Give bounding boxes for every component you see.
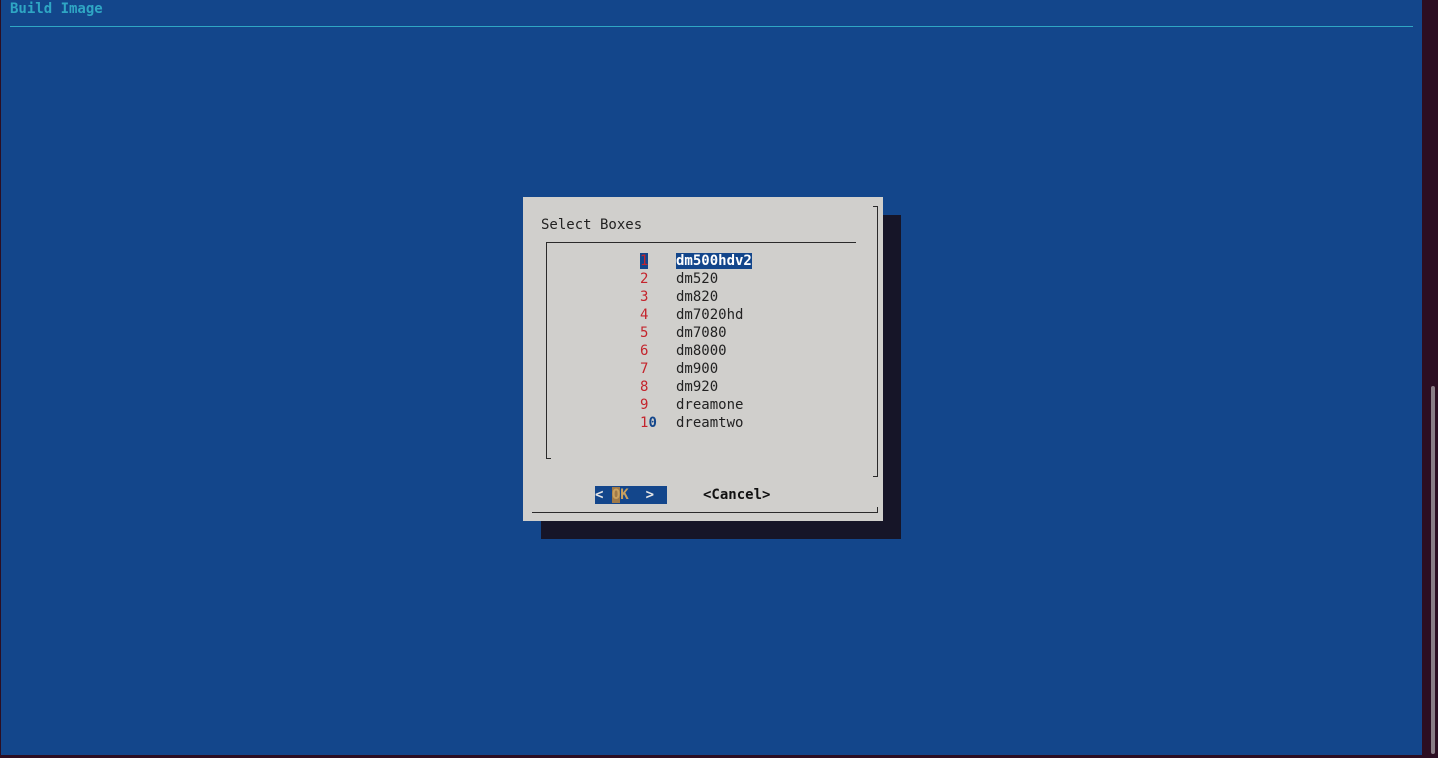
menu-item-tag: 2 bbox=[640, 270, 676, 288]
menu-item-tag-rest: 0 bbox=[648, 415, 657, 431]
menu-item-dm520[interactable]: 2 dm520 bbox=[640, 270, 752, 288]
menu-item-tag: 7 bbox=[640, 360, 676, 378]
ok-button-right: > bbox=[628, 487, 655, 503]
menu-item-label: dreamone bbox=[676, 397, 744, 413]
menu-item-tag-hotkey: 2 bbox=[640, 271, 649, 287]
menu-border-corner bbox=[546, 458, 551, 459]
menu-item-dm500hdv2[interactable]: 1 dm500hdv2 bbox=[640, 252, 752, 270]
menu-item-tag: 10 bbox=[640, 414, 676, 432]
menu-item-tag-hotkey: 9 bbox=[640, 397, 649, 413]
back-title: Build Image bbox=[10, 1, 103, 17]
dialog-title: Select Boxes bbox=[541, 217, 643, 233]
menu-item-dm920[interactable]: 8 dm920 bbox=[640, 378, 752, 396]
menu-item-tag: 3 bbox=[640, 288, 676, 306]
menu-item-dm7020hd[interactable]: 4 dm7020hd bbox=[640, 306, 752, 324]
menu-item-tag-hotkey: 4 bbox=[640, 307, 649, 323]
menu-item-tag-hotkey: 3 bbox=[640, 289, 649, 305]
ok-button-left: < bbox=[595, 487, 612, 503]
menu-item-label: dm500hdv2 bbox=[676, 253, 752, 269]
menu-item-tag-hotkey: 5 bbox=[640, 325, 649, 341]
menu-item-label: dm8000 bbox=[676, 343, 727, 359]
dialog-border-corner bbox=[873, 206, 878, 207]
dialog-border-right bbox=[877, 206, 878, 477]
menu-item-tag-hotkey: 6 bbox=[640, 343, 649, 359]
menu-item-dreamone[interactable]: 9 dreamone bbox=[640, 396, 752, 414]
dialog-border-corner bbox=[877, 507, 878, 513]
menu-item-label: dm900 bbox=[676, 361, 719, 377]
menu-border-left bbox=[546, 242, 547, 459]
menu-item-label: dm7020hd bbox=[676, 307, 744, 323]
menu-item-tag: 8 bbox=[640, 378, 676, 396]
back-title-rule bbox=[10, 26, 1413, 27]
ok-button-label-rest: K bbox=[620, 487, 629, 503]
menu-item-tag: 5 bbox=[640, 324, 676, 342]
box-menu-list: 1 dm500hdv2 2 dm520 3 dm820 4 dm7020hd 5 dm7080 6 d… bbox=[640, 252, 752, 432]
terminal-scrollbar[interactable] bbox=[1422, 0, 1438, 758]
menu-item-label: dm7080 bbox=[676, 325, 727, 341]
menu-item-label: dreamtwo bbox=[676, 415, 744, 431]
menu-item-dm900[interactable]: 7 dm900 bbox=[640, 360, 752, 378]
dialog-border-bottom bbox=[532, 512, 878, 513]
scrollbar-thumb[interactable] bbox=[1431, 386, 1435, 754]
menu-item-dm7080[interactable]: 5 dm7080 bbox=[640, 324, 752, 342]
menu-item-dm820[interactable]: 3 dm820 bbox=[640, 288, 752, 306]
menu-item-label: dm520 bbox=[676, 271, 719, 287]
menu-item-tag: 4 bbox=[640, 306, 676, 324]
menu-item-label: dm820 bbox=[676, 289, 719, 305]
menu-item-tag-hotkey: 8 bbox=[640, 379, 649, 395]
dialog-border-corner bbox=[873, 476, 878, 477]
ok-button[interactable]: < OK > bbox=[595, 486, 667, 504]
menu-item-dm8000[interactable]: 6 dm8000 bbox=[640, 342, 752, 360]
menu-item-tag: 9 bbox=[640, 396, 676, 414]
menu-item-tag-hotkey: 1 bbox=[640, 253, 649, 269]
menu-item-tag: 1 bbox=[640, 252, 676, 270]
cancel-button[interactable]: <Cancel> bbox=[703, 486, 770, 504]
menu-border-top bbox=[546, 242, 856, 243]
menu-item-tag: 6 bbox=[640, 342, 676, 360]
menu-item-tag-hotkey: 7 bbox=[640, 361, 649, 377]
menu-item-label: dm920 bbox=[676, 379, 719, 395]
menu-item-dreamtwo[interactable]: 10 dreamtwo bbox=[640, 414, 752, 432]
